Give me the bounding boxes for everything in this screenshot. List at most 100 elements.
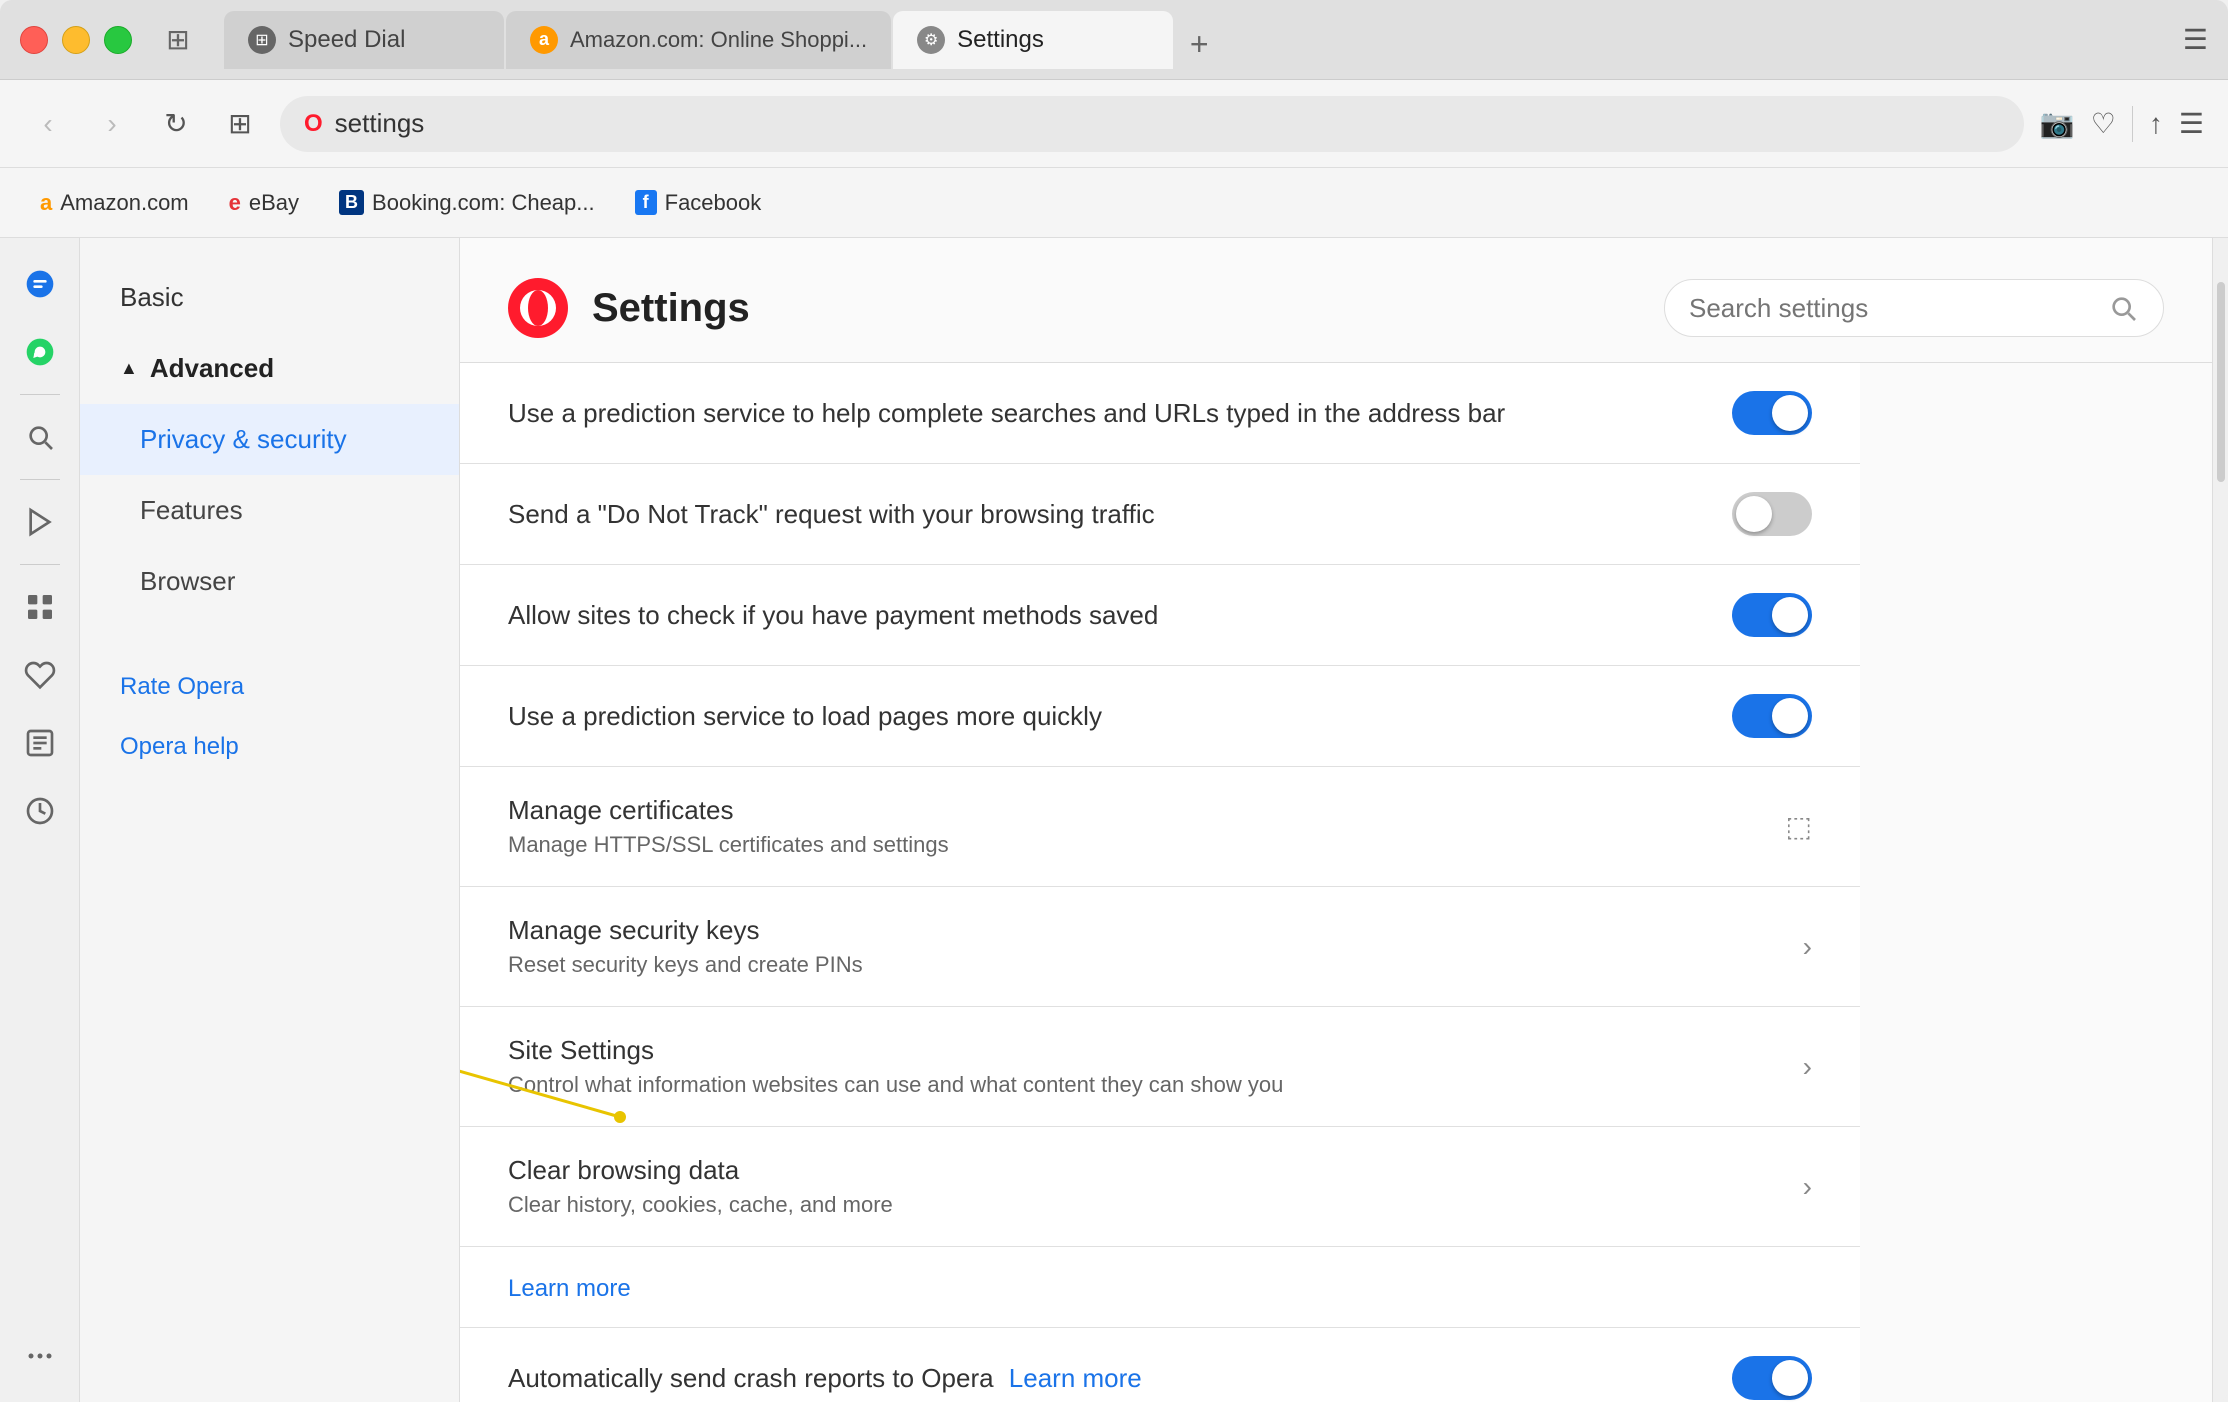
setting-text-manage-certificates: Manage certificates Manage HTTPS/SSL cer… (508, 795, 1786, 858)
setting-row-manage-security-keys[interactable]: Manage security keys Reset security keys… (460, 887, 1860, 1007)
bookmark-facebook[interactable]: f Facebook (619, 182, 778, 224)
tab-settings[interactable]: ⚙ Settings (893, 11, 1173, 69)
toggle-do-not-track[interactable] (1732, 492, 1812, 536)
amazon-tab-icon: a (530, 26, 558, 54)
toggle-payment-methods[interactable] (1732, 593, 1812, 637)
toggle-prediction-pages[interactable] (1732, 694, 1812, 738)
tab-settings-label: Settings (957, 26, 1044, 54)
reload-button[interactable]: ↻ (152, 100, 200, 148)
speed-dial-tab-icon: ⊞ (248, 26, 276, 54)
setting-text-manage-security-keys: Manage security keys Reset security keys… (508, 915, 1803, 978)
sidebar-icon-more[interactable] (10, 1326, 70, 1386)
settings-nav-browser[interactable]: Browser (80, 546, 459, 617)
minimize-button[interactable] (62, 26, 90, 54)
settings-icon[interactable]: ☰ (2179, 107, 2204, 140)
sidebar-icon-whatsapp[interactable] (10, 322, 70, 382)
tab-amazon-label: Amazon.com: Online Shoppi... (570, 27, 867, 53)
sidebar-icon-news[interactable] (10, 492, 70, 552)
setting-label-prediction-pages: Use a prediction service to load pages m… (508, 701, 1732, 732)
ebay-favicon: e (229, 190, 241, 216)
tabs-area: ⊞ Speed Dial a Amazon.com: Online Shoppi… (224, 11, 2167, 69)
sidebar-icon-history[interactable] (10, 781, 70, 841)
sidebar-apps-icon[interactable]: ⊞ (148, 15, 208, 65)
advanced-chevron-icon: ▲ (120, 358, 138, 379)
menu-icon[interactable]: ☰ (2183, 23, 2208, 56)
sidebar-icon-chat[interactable] (10, 254, 70, 314)
features-label: Features (140, 495, 243, 526)
chevron-right-icon-security-keys: › (1803, 931, 1812, 963)
setting-label-do-not-track: Send a "Do Not Track" request with your … (508, 499, 1732, 530)
setting-row-do-not-track: Send a "Do Not Track" request with your … (460, 464, 1860, 565)
setting-text-site-settings: Site Settings Control what information w… (508, 1035, 1803, 1098)
settings-nav-basic[interactable]: Basic (80, 262, 459, 333)
bookmark-booking[interactable]: B Booking.com: Cheap... (323, 182, 611, 224)
toggle-prediction-search[interactable] (1732, 391, 1812, 435)
sidebar-icon-apps[interactable] (10, 577, 70, 637)
crash-reports-learn-more[interactable]: Learn more (1009, 1363, 1142, 1393)
learn-more-link[interactable]: Learn more (508, 1275, 631, 1302)
opera-help-link[interactable]: Opera help (80, 717, 459, 777)
address-text: settings (335, 108, 425, 139)
maximize-button[interactable] (104, 26, 132, 54)
sidebar-icons (0, 238, 80, 1402)
search-settings-input[interactable] (1689, 293, 2095, 324)
settings-content: Settings Use a prediction service to hel… (460, 238, 2212, 1402)
setting-sublabel-clear-browsing-data: Clear history, cookies, cache, and more (508, 1192, 1803, 1218)
titlebar: ⊞ ⊞ Speed Dial a Amazon.com: Online Shop… (0, 0, 2228, 80)
scrollbar-thumb[interactable] (2217, 282, 2225, 482)
browser-window: ⊞ ⊞ Speed Dial a Amazon.com: Online Shop… (0, 0, 2228, 1402)
scrollbar-track[interactable] (2212, 238, 2228, 1402)
settings-nav-privacy[interactable]: Privacy & security (80, 404, 459, 475)
setting-label-crash-reports: Automatically send crash reports to Oper… (508, 1363, 1732, 1394)
setting-row-prediction-search: Use a prediction service to help complet… (460, 363, 1860, 464)
forward-button[interactable]: › (88, 100, 136, 148)
settings-scroll: Use a prediction service to help complet… (460, 363, 2212, 1402)
bookmark-amazon[interactable]: a Amazon.com (24, 182, 205, 224)
settings-nav-advanced[interactable]: ▲ Advanced (80, 333, 459, 404)
advanced-label: Advanced (150, 353, 274, 384)
bookmark-amazon-label: Amazon.com (60, 190, 188, 216)
settings-nav-features[interactable]: Features (80, 475, 459, 546)
close-button[interactable] (20, 26, 48, 54)
setting-text-payment-methods: Allow sites to check if you have payment… (508, 600, 1732, 631)
favorites-icon[interactable]: ♡ (2091, 107, 2116, 140)
address-bar[interactable]: O settings (280, 96, 2024, 152)
tab-speed-dial[interactable]: ⊞ Speed Dial (224, 11, 504, 69)
rate-opera-link[interactable]: Rate Opera (80, 657, 459, 717)
opera-logo (508, 278, 568, 338)
setting-action-site-settings: › (1803, 1051, 1812, 1083)
toolbar-right: 📷 ♡ ↑ ☰ (2040, 106, 2204, 142)
setting-sublabel-manage-certificates: Manage HTTPS/SSL certificates and settin… (508, 832, 1786, 858)
home-button[interactable]: ⊞ (216, 100, 264, 148)
setting-row-payment-methods: Allow sites to check if you have payment… (460, 565, 1860, 666)
sidebar-divider-3 (20, 564, 60, 565)
sidebar-icon-search[interactable] (10, 407, 70, 467)
toggle-crash-reports[interactable] (1732, 1356, 1812, 1400)
sidebar-icon-heart[interactable] (10, 645, 70, 705)
new-tab-button[interactable]: + (1175, 21, 1223, 69)
toolbar-divider (2132, 106, 2133, 142)
bookmark-facebook-label: Facebook (665, 190, 762, 216)
setting-label-site-settings: Site Settings (508, 1035, 1803, 1066)
sidebar-divider-1 (20, 394, 60, 395)
setting-label-prediction-search: Use a prediction service to help complet… (508, 398, 1732, 429)
setting-label-manage-security-keys: Manage security keys (508, 915, 1803, 946)
setting-action-prediction-pages (1732, 694, 1812, 738)
setting-label-manage-certificates: Manage certificates (508, 795, 1786, 826)
sidebar-icon-notes[interactable] (10, 713, 70, 773)
settings-list: Use a prediction service to help complet… (460, 363, 1860, 1402)
bookmark-ebay[interactable]: e eBay (213, 182, 315, 224)
back-button[interactable]: ‹ (24, 100, 72, 148)
setting-label-payment-methods: Allow sites to check if you have payment… (508, 600, 1732, 631)
tab-amazon[interactable]: a Amazon.com: Online Shoppi... (506, 11, 891, 69)
camera-icon[interactable]: 📷 (2040, 107, 2075, 140)
search-settings-container[interactable] (1664, 279, 2164, 337)
main-content: Basic ▲ Advanced Privacy & security Feat… (0, 238, 2228, 1402)
share-icon[interactable]: ↑ (2149, 108, 2163, 140)
setting-action-crash-reports (1732, 1356, 1812, 1400)
traffic-lights (20, 26, 132, 54)
setting-action-clear-browsing-data: › (1803, 1171, 1812, 1203)
setting-text-prediction-pages: Use a prediction service to load pages m… (508, 701, 1732, 732)
setting-action-prediction-search (1732, 391, 1812, 435)
setting-row-manage-certificates[interactable]: Manage certificates Manage HTTPS/SSL cer… (460, 767, 1860, 887)
